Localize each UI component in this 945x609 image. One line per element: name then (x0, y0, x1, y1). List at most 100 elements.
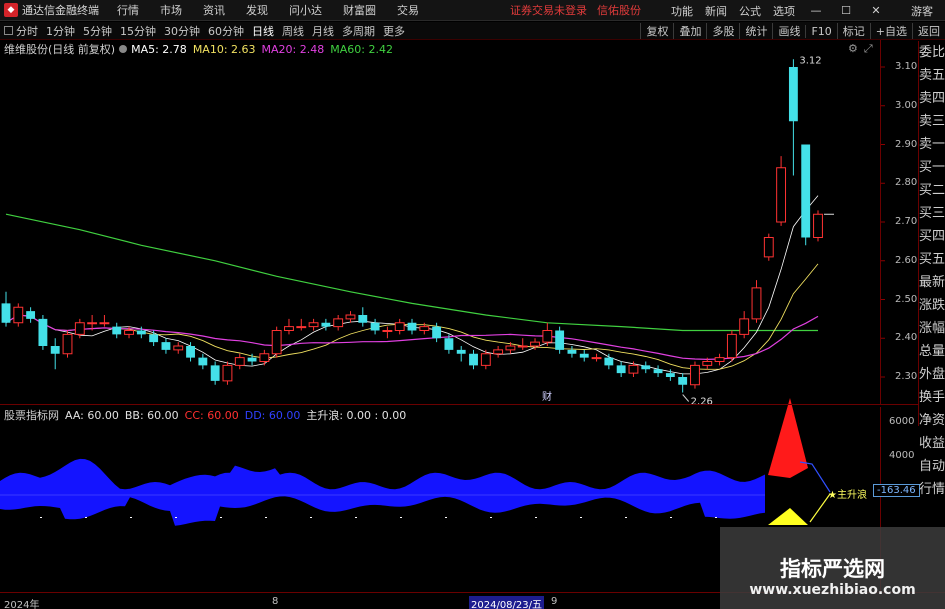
candle-body (284, 326, 294, 331)
price-axis-label: 2.40 (895, 332, 918, 344)
candle-body (62, 333, 73, 355)
side-item-outer[interactable]: 外盘 (919, 363, 945, 386)
side-item-turnover[interactable]: 换手 (919, 386, 945, 409)
ma60-line (5, 213, 818, 332)
candle-body (136, 330, 146, 335)
candle-body (198, 357, 208, 366)
date-bar: 2024年 8 2024/08/23/五 9 (0, 594, 720, 609)
indicator-dot (175, 517, 177, 518)
candle-body (271, 330, 282, 355)
candle-body (690, 364, 700, 386)
side-item-bid4[interactable]: 买四 (919, 225, 945, 248)
candle-body (124, 330, 134, 335)
candle-body (726, 333, 737, 359)
side-item-change[interactable]: 涨跌 (919, 294, 945, 317)
candle-body (628, 364, 639, 374)
indicator-axis-label: 6000 (889, 416, 915, 427)
candle-body (222, 364, 233, 382)
candle-body (751, 287, 762, 320)
side-item-bid1[interactable]: 买一 (919, 156, 945, 179)
indicator-red-spike (768, 398, 808, 478)
candle-body (530, 341, 540, 347)
candle-body (702, 361, 713, 366)
candle-body (641, 365, 651, 370)
indicator-dot (220, 517, 222, 518)
indicator-dot (580, 517, 582, 518)
candle-body (579, 353, 589, 358)
price-axis-label: 2.50 (895, 293, 918, 305)
indicator-dot (670, 517, 672, 518)
indicator-dot (490, 517, 492, 518)
date-month-8: 8 (272, 596, 279, 607)
side-item-latest[interactable]: 最新 (919, 271, 945, 294)
side-item-order-ratio[interactable]: 委比 (919, 41, 945, 64)
indicator-dot (265, 517, 267, 518)
high-price-annotation: 3.12 (799, 55, 821, 66)
side-item-bid5[interactable]: 买五 (919, 248, 945, 271)
candle-body (653, 369, 663, 374)
indicator-dot (85, 517, 87, 518)
candle-body (210, 365, 220, 381)
indicator-bb: BB: 60.00 (124, 408, 179, 422)
candle-body (505, 345, 516, 351)
candle-body (567, 349, 577, 354)
candle-body (801, 144, 811, 238)
indicator-dot (310, 517, 312, 518)
candle-body (665, 373, 675, 377)
candle-body (763, 237, 774, 258)
side-item-ask1[interactable]: 卖一 (919, 133, 945, 156)
panel-separator (0, 404, 918, 405)
candle-body (26, 311, 36, 319)
indicator-name: 股票指标网 (4, 409, 59, 422)
candle-body (813, 213, 823, 238)
candle-body (555, 330, 565, 350)
side-item-auto[interactable]: 自动 (919, 455, 945, 478)
indicator-top-area (0, 458, 765, 495)
chart-canvas: 3.12 2.26 财 ★主升浪 (0, 55, 885, 526)
side-item-quote[interactable]: 行情 (919, 478, 945, 501)
candle-body (296, 326, 307, 329)
candle-body (604, 357, 614, 366)
candle-body (714, 357, 725, 362)
candle-body (99, 322, 110, 325)
low-price-annotation: 2.26 (691, 397, 713, 408)
indicator-aa: AA: 60.00 (65, 408, 119, 422)
candle-body (370, 322, 380, 331)
candle-body (186, 346, 195, 358)
side-item-bid2[interactable]: 买二 (919, 179, 945, 202)
candle-body (419, 326, 430, 331)
indicator-dot (445, 517, 447, 518)
candle-body (247, 357, 257, 362)
side-item-bid3[interactable]: 买三 (919, 202, 945, 225)
side-item-nav[interactable]: 净资 (919, 409, 945, 432)
side-item-ask4[interactable]: 卖四 (919, 87, 945, 110)
indicator-axis-label: 4000 (889, 450, 915, 461)
indicator-dot (535, 517, 537, 518)
candle-body (13, 306, 24, 324)
indicator-dot (130, 517, 132, 518)
candle-body (345, 314, 356, 320)
side-item-earnings[interactable]: 收益 (919, 432, 945, 455)
candle-body (432, 326, 442, 339)
candle-body (161, 342, 171, 350)
candle-body (149, 334, 159, 343)
main-wave-tag: ★主升浪 (828, 488, 867, 501)
side-item-ask3[interactable]: 卖三 (919, 110, 945, 133)
candle-body (87, 322, 98, 325)
quote-side-panel: 委比 卖五 卖四 卖三 卖一 买一 买二 买三 买四 买五 最新 涨跌 涨幅 总… (918, 41, 945, 497)
indicator-dot (625, 517, 627, 518)
side-item-volume[interactable]: 总量 (919, 340, 945, 363)
price-axis-label: 2.90 (895, 138, 918, 150)
indicator-yellow-spike (768, 508, 808, 525)
candle-body (394, 322, 405, 331)
indicator-dot (400, 517, 402, 518)
side-item-pct[interactable]: 涨幅 (919, 317, 945, 340)
candle-body (616, 365, 626, 374)
candle-body (112, 326, 122, 335)
indicator-bottom-area (0, 495, 765, 526)
side-item-ask5[interactable]: 卖五 (919, 64, 945, 87)
indicator-main: 主升浪: 0.00 : 0.00 (306, 409, 407, 422)
indicator-yellow-line (809, 493, 831, 523)
indicator-value-box: -163.46 (873, 484, 920, 497)
candle-body (776, 167, 787, 223)
